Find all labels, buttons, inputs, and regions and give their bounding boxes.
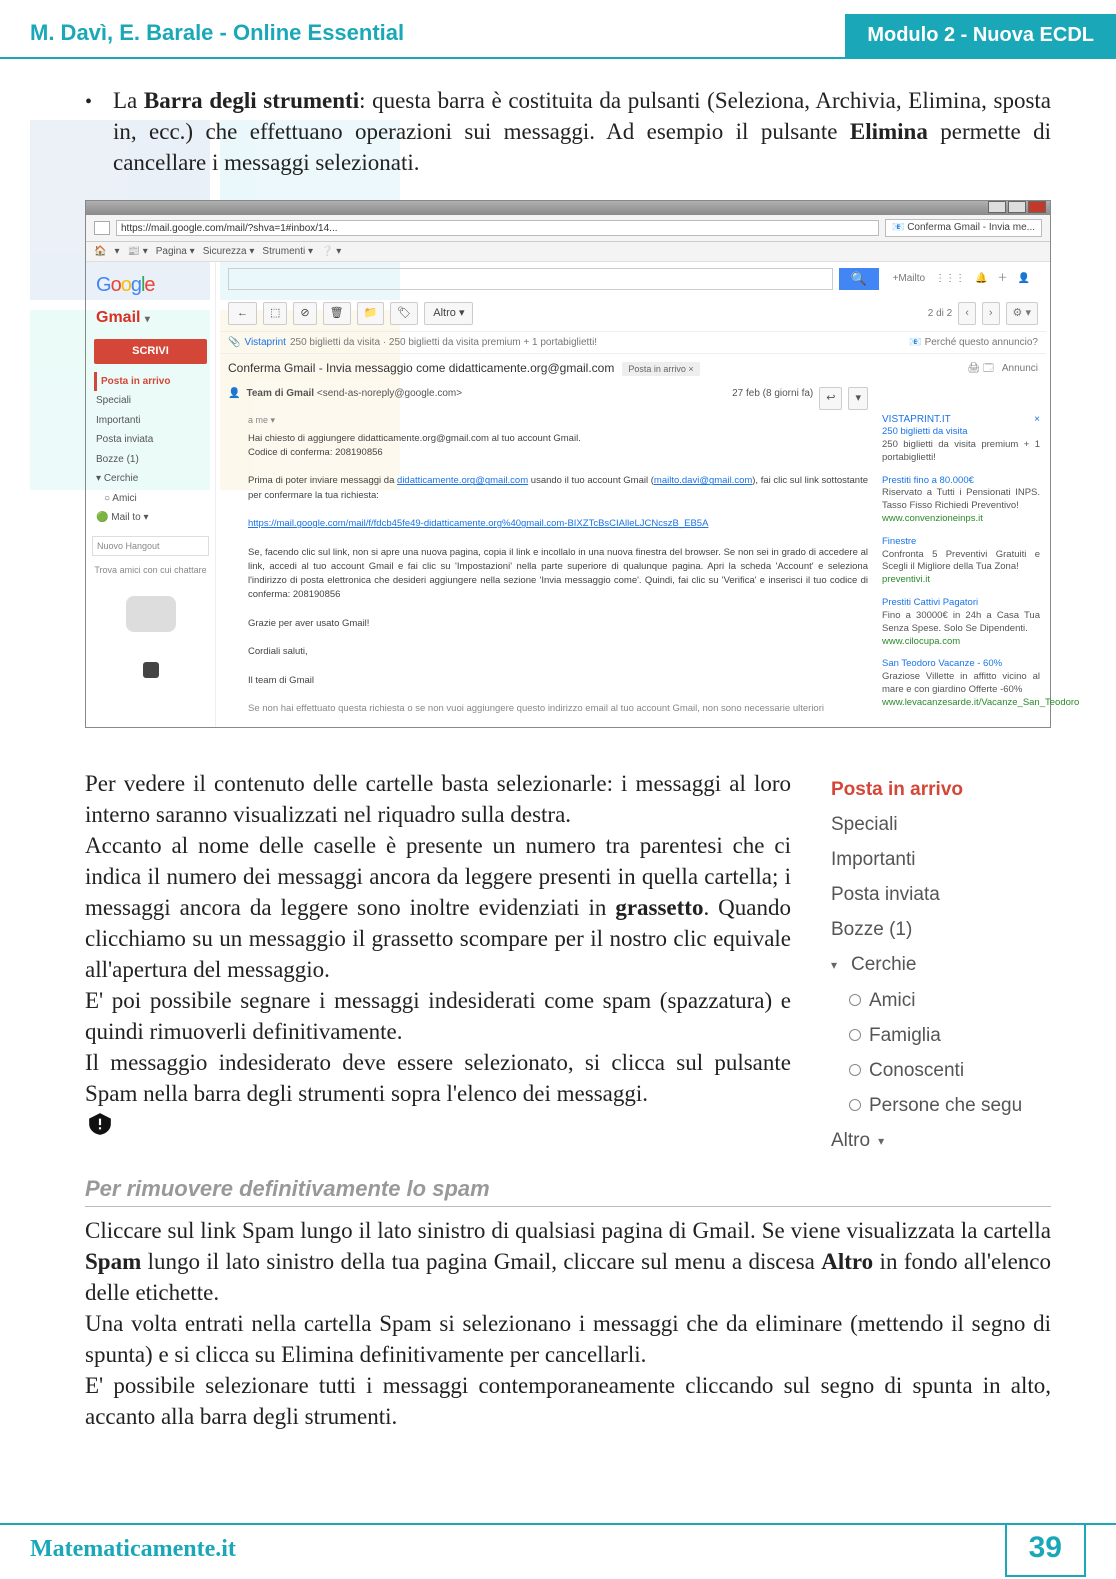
mail-label[interactable]: Posta in arrivo × xyxy=(622,362,699,376)
search-button[interactable]: 🔍 xyxy=(839,268,879,290)
side-circles[interactable]: ▾Cerchie xyxy=(831,947,1051,982)
gmail-brand[interactable]: Gmail ▾ xyxy=(90,303,211,333)
ad-link[interactable]: San Teodoro Vacanze - 60% xyxy=(882,658,1040,671)
ad-link[interactable]: Prestiti Cattivi Pagatori xyxy=(882,597,1040,610)
browser-url-input[interactable]: https://mail.google.com/mail/?shva=1#inb… xyxy=(116,220,879,236)
home-icon[interactable]: 🏠 xyxy=(94,245,106,259)
page-header: M. Davì, E. Barale - Online Essential Mo… xyxy=(0,0,1116,59)
chevron-down-icon: ▾ xyxy=(831,954,843,976)
plus-icon[interactable]: ＋ xyxy=(998,272,1008,286)
footer-page-number: 39 xyxy=(1005,1525,1086,1577)
hangout-area xyxy=(90,578,211,650)
bullet-icon: • xyxy=(85,85,113,178)
radio-icon xyxy=(849,1029,861,1041)
promo-row[interactable]: 📎 Vistaprint 250 biglietti da visita · 2… xyxy=(220,332,1046,355)
nav-sent[interactable]: Posta inviata xyxy=(94,430,207,450)
pager: 2 di 2 ‹ › ⚙ ▾ xyxy=(928,302,1038,325)
radio-icon xyxy=(849,1099,861,1111)
spam-removal-text: Cliccare sul link Spam lungo il lato sin… xyxy=(0,1215,1116,1432)
mail-body: Hai chiesto di aggiungere didatticamente… xyxy=(220,428,876,727)
main-paragraphs: Per vedere il contenuto delle cartelle b… xyxy=(85,768,791,1140)
section-heading: Per rimuovere definitivamente lo spam xyxy=(85,1158,1051,1207)
tb-back-button[interactable]: ← xyxy=(228,302,257,325)
spam-warning-icon xyxy=(85,1109,115,1139)
search-input[interactable] xyxy=(228,268,833,290)
side-inbox[interactable]: Posta in arrivo xyxy=(831,772,1051,807)
side-friends[interactable]: Amici xyxy=(831,983,1051,1018)
mail-from: 👤 Team di Gmail <send-as-noreply@google.… xyxy=(220,383,876,414)
header-module: Modulo 2 - Nuova ECDL xyxy=(845,14,1116,57)
hangout-hint: Trova amici con cui chattare xyxy=(90,562,211,578)
side-family[interactable]: Famiglia xyxy=(831,1018,1051,1053)
avatar-icon[interactable]: 👤 xyxy=(1018,272,1030,286)
hangout-new[interactable]: Nuovo Hangout xyxy=(92,536,209,556)
menu-pagina[interactable]: Pagina ▾ xyxy=(156,245,195,259)
ad-link[interactable]: Prestiti fino a 80.000€ xyxy=(882,475,1040,488)
reply-button[interactable]: ↩ xyxy=(819,387,842,410)
menu-strumenti[interactable]: Strumenti ▾ xyxy=(262,245,313,259)
ad-link[interactable]: Finestre xyxy=(882,536,1040,549)
nav-starred[interactable]: Speciali xyxy=(94,391,207,411)
gear-icon[interactable]: ⚙ ▾ xyxy=(1006,302,1038,325)
google-logo: Google xyxy=(90,268,211,303)
tb-more-button[interactable]: Altro ▾ xyxy=(424,302,473,325)
nav-friends[interactable]: ○ Amici xyxy=(94,489,207,509)
hangout-icon xyxy=(126,596,176,632)
page-footer: Matematicamente.it 39 xyxy=(0,1523,1116,1577)
bell-icon[interactable]: 🔔 xyxy=(975,272,987,286)
browser-tab[interactable]: 📧 Conferma Gmail - Invia me... xyxy=(885,219,1042,237)
chevron-down-icon: ▾ xyxy=(878,1130,890,1152)
footer-site: Matematicamente.it xyxy=(0,1526,1005,1577)
side-more[interactable]: Altro ▾ xyxy=(831,1123,1051,1158)
pager-prev[interactable]: ‹ xyxy=(958,302,976,325)
window-close-button[interactable] xyxy=(1028,201,1046,213)
nav-mailto[interactable]: 🟢 Mail to ▾ xyxy=(94,508,207,528)
tb-delete-button[interactable]: 🗑 xyxy=(323,302,351,325)
window-max-button[interactable] xyxy=(1008,201,1026,213)
side-known[interactable]: Conoscenti xyxy=(831,1053,1051,1088)
pager-next[interactable]: › xyxy=(982,302,1000,325)
gmail-toolbar: ← ⬚ ⊘ 🗑 📁 🏷 Altro ▾ 2 di 2 ‹ › ⚙ ▾ xyxy=(220,296,1046,332)
ad-link[interactable]: 250 biglietti da visita xyxy=(882,426,1040,439)
browser-back-button[interactable] xyxy=(94,221,110,235)
nav-inbox[interactable]: Posta in arrivo xyxy=(94,372,207,392)
side-sent[interactable]: Posta inviata xyxy=(831,877,1051,912)
browser-url-row: https://mail.google.com/mail/?shva=1#inb… xyxy=(86,215,1050,242)
bullet-item: • La Barra degli strumenti: questa barra… xyxy=(85,85,1051,178)
tb-move-button[interactable]: 📁 xyxy=(357,302,385,325)
radio-icon xyxy=(849,1064,861,1076)
nav-drafts[interactable]: Bozze (1) xyxy=(94,450,207,470)
side-follow[interactable]: Persone che segu xyxy=(831,1088,1051,1123)
side-starred[interactable]: Speciali xyxy=(831,807,1051,842)
gmail-screenshot: https://mail.google.com/mail/?shva=1#inb… xyxy=(85,200,1051,728)
tb-archive-button[interactable]: ⬚ xyxy=(263,302,287,325)
compose-button[interactable]: SCRIVI xyxy=(94,339,207,364)
side-drafts[interactable]: Bozze (1) xyxy=(831,912,1051,947)
tb-spam-button[interactable]: ⊘ xyxy=(293,302,316,325)
browser-toolbar: 🏠 ▾ 📰 ▾ Pagina ▾ Sicurezza ▾ Strumenti ▾… xyxy=(86,242,1050,263)
window-titlebar xyxy=(86,201,1050,215)
confirm-link[interactable]: https://mail.google.com/mail/f/fdcb45fe4… xyxy=(248,518,708,529)
sidebar-folders: Posta in arrivo Speciali Importanti Post… xyxy=(831,768,1051,1159)
mail-to: a me ▾ xyxy=(220,414,876,428)
side-important[interactable]: Importanti xyxy=(831,842,1051,877)
gmail-left-col: Google Gmail ▾ SCRIVI Posta in arrivo Sp… xyxy=(86,262,216,727)
plus-user[interactable]: +Mailto xyxy=(893,272,926,286)
radio-icon xyxy=(849,994,861,1006)
apps-icon[interactable]: ⋮⋮⋮ xyxy=(935,272,965,286)
tb-labels-button[interactable]: 🏷 xyxy=(390,302,418,325)
nav-important[interactable]: Importanti xyxy=(94,411,207,431)
header-authors: M. Davì, E. Barale - Online Essential xyxy=(0,14,845,56)
gmail-main: 🔍 +Mailto ⋮⋮⋮ 🔔 ＋ 👤 ← ⬚ ⊘ 🗑 xyxy=(216,262,1050,727)
phone-icon[interactable] xyxy=(90,650,211,678)
menu-sicurezza[interactable]: Sicurezza ▾ xyxy=(203,245,255,259)
ad-close-icon[interactable]: × xyxy=(1034,413,1040,427)
more-button[interactable]: ▾ xyxy=(848,387,868,410)
mail-subject: Conferma Gmail - Invia messaggio come di… xyxy=(220,354,1046,382)
nav-circles[interactable]: ▾ Cerchie xyxy=(94,469,207,489)
window-min-button[interactable] xyxy=(988,201,1006,213)
ads-column: VISTAPRINT.IT× 250 biglietti da visita 2… xyxy=(876,383,1046,727)
